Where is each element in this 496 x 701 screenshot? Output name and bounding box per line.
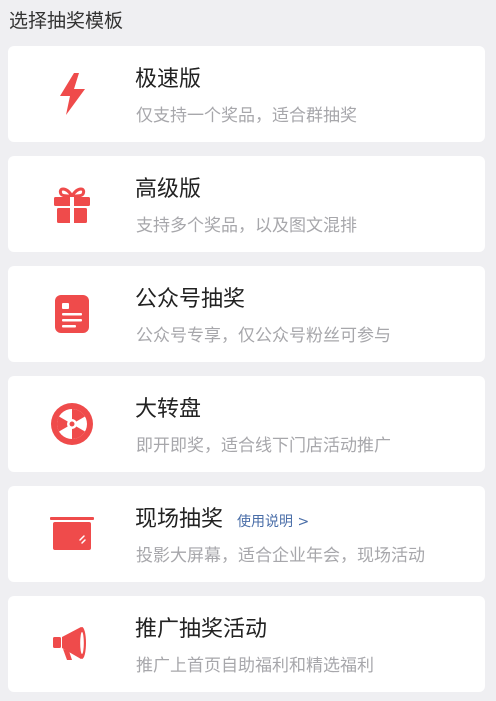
template-title: 极速版 [135, 67, 202, 92]
lightning-icon [48, 70, 96, 118]
template-description: 即开即奖，适合线下门店活动推广 [136, 436, 391, 456]
section-title: 选择抽奖模板 [9, 10, 124, 32]
template-description: 推广上首页自助福利和精选福利 [136, 656, 374, 676]
template-card-wheel[interactable]: 大转盘 即开即奖，适合线下门店活动推广 [8, 376, 485, 472]
megaphone-icon [48, 620, 96, 668]
template-description: 投影大屏幕，适合企业年会，现场活动 [136, 546, 425, 566]
template-description: 仅支持一个奖品，适合群抽奖 [136, 106, 357, 126]
lottery-template-page: 选择抽奖模板 极速版 仅支持一个奖品，适合群抽奖 高级版 支持多个奖品，以及图文… [0, 0, 496, 701]
screen-icon [48, 510, 96, 558]
template-title: 公众号抽奖 [135, 287, 246, 312]
template-card-promotion[interactable]: 推广抽奖活动 推广上首页自助福利和精选福利 [8, 596, 485, 692]
usage-guide-link[interactable]: 使用说明 > [237, 512, 309, 532]
template-card-official-account[interactable]: 公众号抽奖 公众号专享，仅公众号粉丝可参与 [8, 266, 485, 362]
template-title: 推广抽奖活动 [135, 617, 268, 642]
template-card-quick[interactable]: 极速版 仅支持一个奖品，适合群抽奖 [8, 46, 485, 142]
template-card-onsite[interactable]: 现场抽奖 使用说明 > 投影大屏幕，适合企业年会，现场活动 [8, 486, 485, 582]
template-description: 支持多个奖品，以及图文混排 [136, 216, 357, 236]
template-card-advanced[interactable]: 高级版 支持多个奖品，以及图文混排 [8, 156, 485, 252]
wheel-icon [48, 400, 96, 448]
gift-icon [48, 180, 96, 228]
template-description: 公众号专享，仅公众号粉丝可参与 [136, 326, 391, 346]
template-title: 高级版 [135, 177, 202, 202]
template-title: 现场抽奖 [135, 507, 224, 532]
document-icon [48, 290, 96, 338]
template-title: 大转盘 [135, 397, 202, 422]
